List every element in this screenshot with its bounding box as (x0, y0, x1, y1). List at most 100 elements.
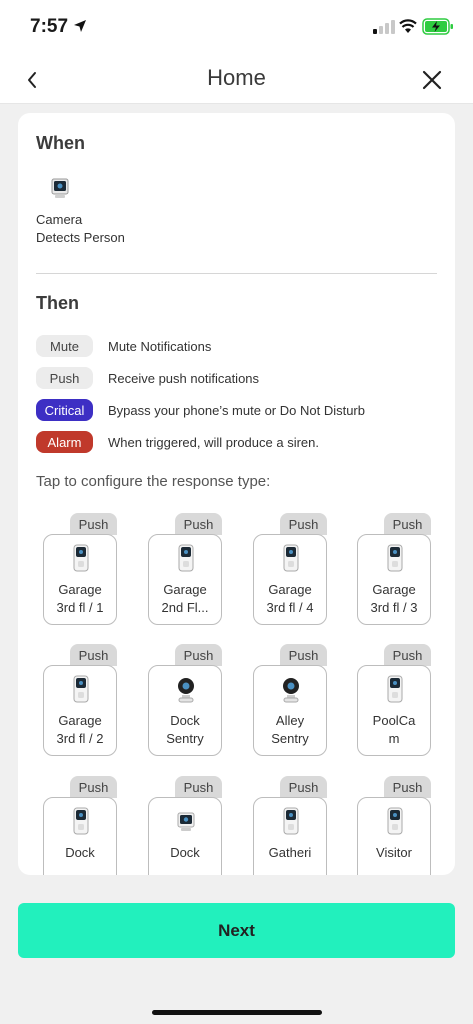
device-tile[interactable]: Push Dock Sentry (148, 644, 222, 758)
device-tile[interactable]: Push Garage 2nd Fl... (148, 513, 222, 627)
configure-hint: Tap to configure the response type: (36, 473, 271, 490)
alarm-description: When triggered, will produce a siren. (108, 434, 319, 450)
device-name-line: Sentry (166, 731, 204, 746)
device-name-line: 3rd fl / 4 (266, 600, 314, 615)
next-button[interactable]: Next (18, 903, 455, 958)
device-name-line: Visitor (376, 845, 412, 860)
device-card[interactable]: Garage 3rd fl / 3 (357, 534, 431, 625)
device-card[interactable]: PoolCa m (357, 665, 431, 756)
device-tile[interactable]: Push Gatheri (253, 776, 327, 875)
device-name: Garage 3rd fl / 2 (46, 712, 114, 748)
response-badge[interactable]: Push (175, 513, 222, 535)
battery-charging-icon (422, 18, 453, 35)
push-tag: Push (36, 367, 93, 389)
response-badge[interactable]: Push (175, 644, 222, 666)
doorbell-icon (73, 675, 89, 703)
home-indicator (152, 1010, 322, 1015)
device-name-line: Dock (170, 713, 200, 728)
doorbell-icon (387, 675, 403, 703)
device-name: Garage 3rd fl / 4 (256, 581, 324, 617)
rule-card: When Camera Detects Person Then Mute Mut… (18, 113, 455, 875)
device-name: PoolCa m (360, 712, 428, 748)
status-bar: 7:57 (0, 0, 473, 56)
device-card[interactable]: Dock (148, 797, 222, 875)
device-name: Visitor (360, 844, 428, 862)
camera-icon (51, 178, 69, 198)
response-badge[interactable]: Push (280, 644, 327, 666)
doorbell-icon (283, 807, 299, 835)
doorbell-icon (178, 544, 194, 572)
device-name-line: Garage (372, 582, 416, 597)
device-tile[interactable]: Push Garage 3rd fl / 4 (253, 513, 327, 627)
device-name-line: m (388, 731, 400, 746)
cam-pan-icon (283, 678, 299, 703)
device-name-line: 2nd Fl... (161, 600, 209, 615)
mute-tag: Mute (36, 335, 93, 357)
doorbell-icon (387, 544, 403, 572)
device-card[interactable]: Garage 3rd fl / 1 (43, 534, 117, 625)
response-badge[interactable]: Push (70, 644, 117, 666)
device-name: Alley Sentry (256, 712, 324, 748)
close-button[interactable] (418, 66, 446, 94)
page-title: Home (207, 65, 266, 90)
device-tile[interactable]: Push Dock (148, 776, 222, 875)
doorbell-icon (283, 544, 299, 572)
when-heading: When (36, 133, 85, 153)
device-tile[interactable]: Push Alley Sentry (253, 644, 327, 758)
legend-row-push: Push Receive push notifications (36, 367, 259, 389)
device-name-line: Sentry (271, 731, 309, 746)
trigger-label: Camera Detects Person (36, 211, 125, 247)
alarm-tag: Alarm (36, 431, 93, 453)
device-name: Garage 2nd Fl... (151, 581, 219, 617)
device-name: Gatheri (256, 844, 324, 862)
divider (36, 273, 437, 274)
device-name-line: Garage (58, 713, 102, 728)
device-card[interactable]: Gatheri (253, 797, 327, 875)
close-icon (422, 70, 442, 90)
device-name: Dock Sentry (151, 712, 219, 748)
response-badge[interactable]: Push (280, 513, 327, 535)
device-card[interactable]: Alley Sentry (253, 665, 327, 756)
legend-row-mute: Mute Mute Notifications (36, 335, 211, 357)
doorbell-icon (73, 807, 89, 835)
device-tile[interactable]: Push Garage 3rd fl / 3 (357, 513, 431, 627)
response-badge[interactable]: Push (384, 513, 431, 535)
response-badge[interactable]: Push (70, 513, 117, 535)
device-name-line: 3rd fl / 3 (370, 600, 418, 615)
device-name: Dock (151, 844, 219, 862)
trigger-device-type: Camera (36, 212, 83, 227)
status-time: 7:57 (30, 16, 69, 37)
device-card[interactable]: Garage 3rd fl / 4 (253, 534, 327, 625)
response-badge[interactable]: Push (384, 644, 431, 666)
device-tile[interactable]: Push Garage 3rd fl / 2 (43, 644, 117, 758)
device-card[interactable]: Dock (43, 797, 117, 875)
wifi-icon (399, 19, 417, 33)
device-name-line: Garage (163, 582, 207, 597)
push-description: Receive push notifications (108, 370, 260, 386)
legend-row-alarm: Alarm When triggered, will produce a sir… (36, 431, 319, 453)
device-tile[interactable]: Push Visitor (357, 776, 431, 875)
response-badge[interactable]: Push (70, 776, 117, 798)
device-name-line: Gatheri (268, 845, 312, 860)
response-badge[interactable]: Push (280, 776, 327, 798)
device-name-line: 3rd fl / 1 (56, 600, 104, 615)
device-tile[interactable]: Push Dock (43, 776, 117, 875)
critical-tag: Critical (36, 399, 93, 421)
response-badge[interactable]: Push (175, 776, 222, 798)
device-name-line: 3rd fl / 2 (56, 731, 104, 746)
doorbell-icon (73, 544, 89, 572)
location-arrow-icon (74, 20, 86, 32)
device-name-line: Garage (58, 582, 102, 597)
camera-icon (177, 812, 195, 831)
device-name-line: PoolCa (372, 713, 416, 728)
device-card[interactable]: Dock Sentry (148, 665, 222, 756)
legend-row-critical: Critical Bypass your phone’s mute or Do … (36, 399, 365, 421)
cellular-signal-icon (373, 20, 395, 34)
device-name: Dock (46, 844, 114, 862)
response-badge[interactable]: Push (384, 776, 431, 798)
device-tile[interactable]: Push PoolCa m (357, 644, 431, 758)
device-card[interactable]: Garage 2nd Fl... (148, 534, 222, 625)
device-card[interactable]: Visitor (357, 797, 431, 875)
device-tile[interactable]: Push Garage 3rd fl / 1 (43, 513, 117, 627)
device-card[interactable]: Garage 3rd fl / 2 (43, 665, 117, 756)
